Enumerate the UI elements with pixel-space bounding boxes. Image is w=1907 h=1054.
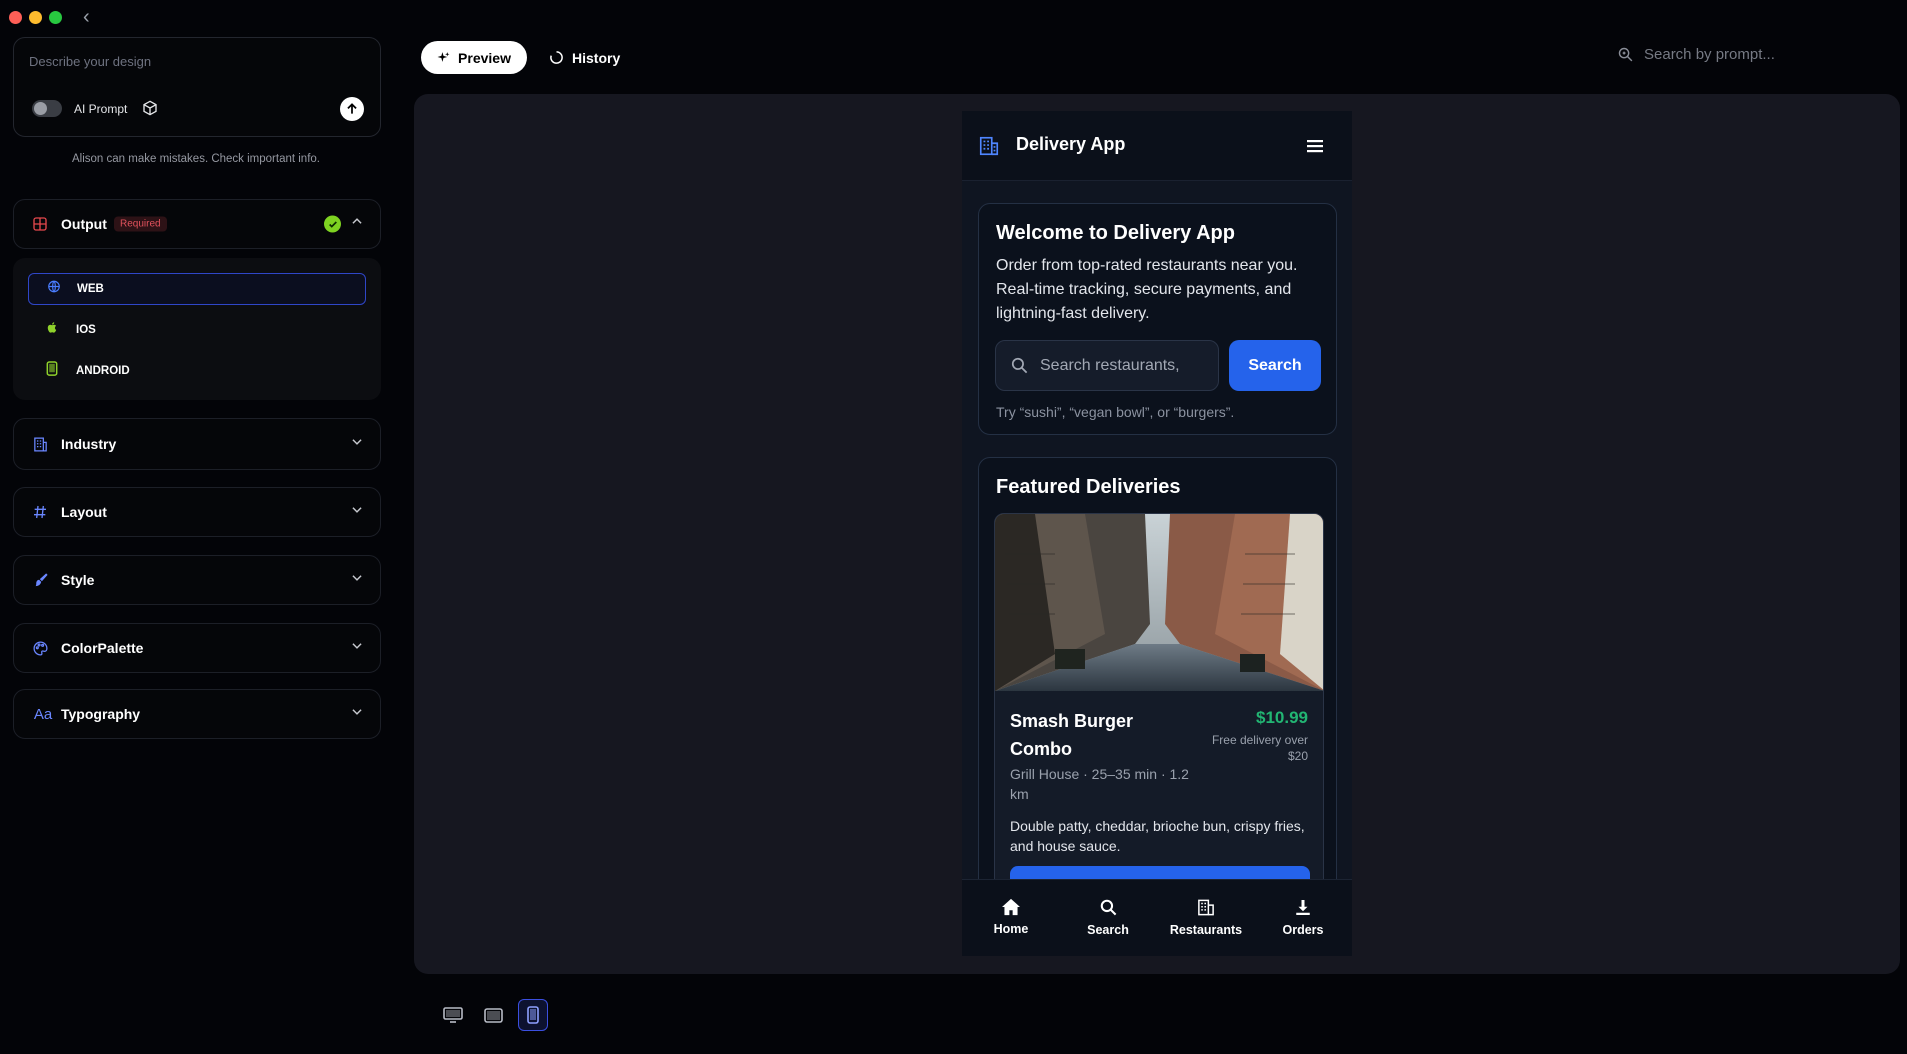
restaurant-search-placeholder: Search restaurants, xyxy=(1040,357,1180,374)
nav-search[interactable]: Search xyxy=(1059,898,1157,937)
desktop-icon xyxy=(443,1007,463,1023)
tab-preview[interactable]: Preview xyxy=(421,41,527,74)
history-icon xyxy=(550,51,563,64)
chevron-down-icon[interactable] xyxy=(350,571,364,590)
mobile-preview: Delivery App Welcome to Delivery App Ord… xyxy=(962,111,1352,956)
send-button[interactable] xyxy=(340,97,364,121)
item-name: Smash Burger Combo xyxy=(1010,711,1134,759)
nav-label: Restaurants xyxy=(1169,923,1243,937)
disclaimer: Alison can make mistakes. Check importan… xyxy=(72,153,320,165)
device-mobile-button[interactable] xyxy=(518,999,548,1031)
typography-section[interactable]: Aa Typography xyxy=(13,689,381,739)
industry-section[interactable]: Industry xyxy=(13,418,381,470)
device-desktop-button[interactable] xyxy=(438,999,468,1031)
ai-prompt-label: AI Prompt xyxy=(74,102,128,116)
welcome-title: Welcome to Delivery App xyxy=(996,222,1235,244)
nav-label: Home xyxy=(993,922,1029,936)
apple-icon xyxy=(46,321,59,340)
industry-title: Industry xyxy=(61,436,117,452)
mobile-icon xyxy=(527,1006,539,1024)
check-icon xyxy=(324,215,341,233)
chevron-up-icon[interactable] xyxy=(350,215,364,234)
color-palette-title: ColorPalette xyxy=(61,640,144,656)
tab-preview-label: Preview xyxy=(458,49,511,66)
nav-label: Search xyxy=(1087,923,1129,937)
item-description: Double patty, cheddar, brioche bun, cris… xyxy=(1010,818,1305,854)
style-title: Style xyxy=(61,572,95,588)
cube-icon[interactable] xyxy=(142,100,158,121)
search-icon xyxy=(1011,357,1028,374)
home-icon xyxy=(1002,898,1020,916)
prompt-box[interactable]: Describe your design AI Prompt xyxy=(13,37,381,137)
hamburger-menu-icon[interactable] xyxy=(1307,139,1323,153)
output-option-ios[interactable]: IOS xyxy=(28,314,366,346)
building-icon xyxy=(1198,899,1214,916)
globe-icon xyxy=(47,280,61,299)
search-icon xyxy=(1100,899,1116,916)
color-palette-section[interactable]: ColorPalette xyxy=(13,623,381,673)
featured-item[interactable]: Smash Burger Combo $10.99 Free delivery … xyxy=(994,513,1324,933)
app-header: Delivery App xyxy=(962,111,1352,181)
nav-restaurants[interactable]: Restaurants xyxy=(1157,898,1255,937)
building-icon xyxy=(31,435,49,453)
sparkle-icon xyxy=(437,52,450,62)
hash-icon xyxy=(31,503,49,521)
arrow-up-icon xyxy=(347,103,357,114)
palette-icon xyxy=(31,639,49,657)
item-price: $10.99 xyxy=(1256,708,1308,727)
tab-history[interactable]: History xyxy=(549,41,620,74)
nav-orders[interactable]: Orders xyxy=(1254,898,1352,937)
output-options-panel: WEB IOS ANDROID xyxy=(13,258,381,400)
download-icon xyxy=(1296,900,1310,915)
output-section[interactable]: Output Required xyxy=(13,199,381,249)
output-option-label: IOS xyxy=(76,324,96,336)
layout-section[interactable]: Layout xyxy=(13,487,381,537)
nav-label: Orders xyxy=(1282,923,1324,937)
bottom-nav: Home Search Restaurants Orders xyxy=(962,879,1352,956)
device-tablet-button[interactable] xyxy=(478,999,508,1031)
ai-prompt-toggle[interactable] xyxy=(32,100,62,117)
welcome-body: Order from top-rated restaurants near yo… xyxy=(996,257,1298,322)
typography-title: Typography xyxy=(61,706,141,722)
sidebar: Describe your design AI Prompt Alison ca… xyxy=(0,0,390,1054)
output-title: Output xyxy=(61,216,107,232)
phone-icon xyxy=(46,361,58,381)
chevron-down-icon[interactable] xyxy=(350,705,364,724)
output-option-android[interactable]: ANDROID xyxy=(28,355,366,387)
search-icon xyxy=(1618,47,1633,62)
nav-home[interactable]: Home xyxy=(962,898,1060,936)
prompt-search-input[interactable]: Search by prompt... xyxy=(1644,46,1775,63)
layout-title: Layout xyxy=(61,504,107,520)
output-option-web[interactable]: WEB xyxy=(28,273,366,305)
chevron-down-icon[interactable] xyxy=(350,435,364,454)
chevron-down-icon[interactable] xyxy=(350,639,364,658)
chevron-down-icon[interactable] xyxy=(350,503,364,522)
free-delivery-note: Free delivery over $20 xyxy=(1211,733,1308,763)
brush-icon xyxy=(31,571,49,589)
item-meta: Grill House · 25–35 min · 1.2 km xyxy=(1010,766,1189,802)
tablet-icon xyxy=(483,1007,503,1023)
search-button[interactable]: Search xyxy=(1229,340,1321,391)
tab-history-label: History xyxy=(572,49,621,66)
featured-title: Featured Deliveries xyxy=(996,476,1181,498)
app-brand[interactable]: Delivery App xyxy=(1016,134,1125,155)
output-option-label: WEB xyxy=(77,283,104,295)
prompt-search[interactable]: Search by prompt... xyxy=(1617,46,1775,63)
typography-icon: Aa xyxy=(33,705,53,723)
restaurant-search-input[interactable]: Search restaurants, xyxy=(995,340,1219,391)
street-photo xyxy=(995,514,1323,691)
grid-icon xyxy=(31,215,49,233)
style-section[interactable]: Style xyxy=(13,555,381,605)
prompt-input[interactable]: Describe your design xyxy=(29,54,151,69)
output-option-label: ANDROID xyxy=(76,365,130,377)
building-icon xyxy=(979,136,999,156)
search-hint: Try “sushi”, “vegan bowl”, or “burgers”. xyxy=(996,404,1235,420)
welcome-card: Welcome to Delivery App Order from top-r… xyxy=(978,203,1337,435)
required-badge: Required xyxy=(114,216,167,232)
